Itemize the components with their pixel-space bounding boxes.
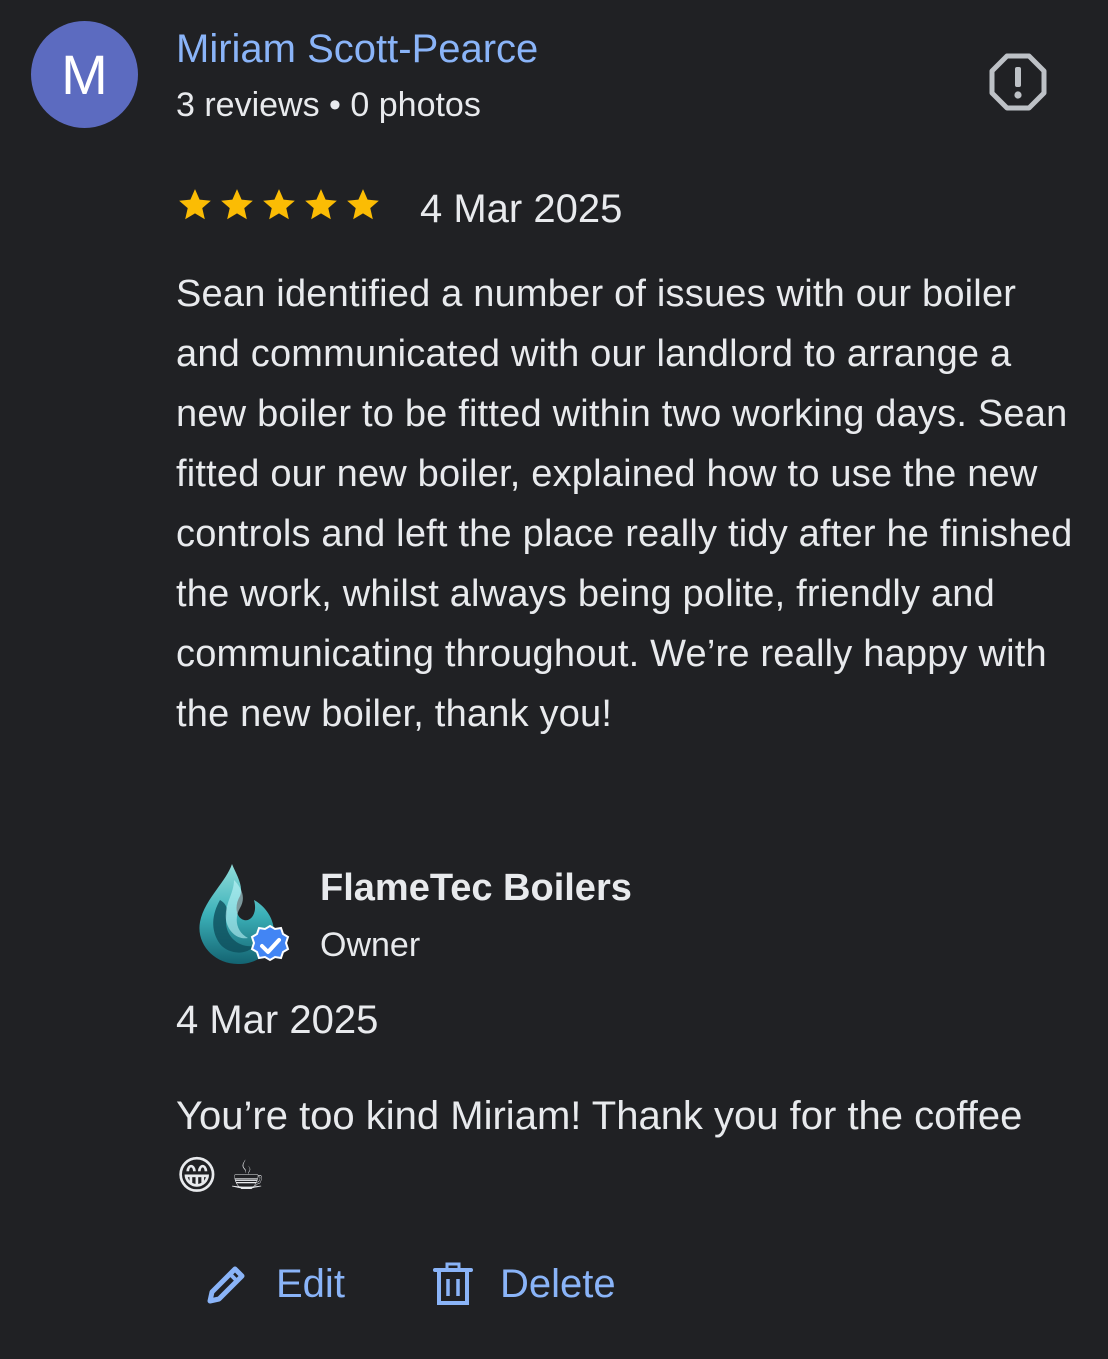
edit-label: Edit	[276, 1262, 345, 1306]
trash-icon	[433, 1262, 473, 1305]
reply-date: 4 Mar 2025	[176, 998, 379, 1042]
star-icon	[305, 189, 337, 220]
review-text: Sean identified a number of issues with …	[176, 273, 1073, 735]
star-icon	[347, 189, 379, 220]
report-icon	[989, 53, 1047, 111]
star-icon	[263, 189, 295, 220]
delete-button[interactable]: Delete	[432, 1256, 616, 1312]
verified-badge-icon	[250, 924, 290, 962]
reviewer-name[interactable]: Miriam Scott-Pearce	[176, 25, 538, 73]
business-name[interactable]: FlameTec Boilers	[320, 864, 632, 912]
reviewer-meta: 3 reviews • 0 photos	[176, 86, 481, 124]
edit-button[interactable]: Edit	[204, 1256, 345, 1312]
owner-role-label: Owner	[320, 926, 421, 964]
star-icon	[179, 189, 211, 220]
report-button[interactable]	[984, 48, 1052, 116]
flame-logo-icon	[199, 864, 290, 964]
reply-text: You’re too kind Miriam! Thank you for th…	[176, 1094, 1023, 1198]
business-logo	[190, 860, 300, 970]
review-date: 4 Mar 2025	[420, 187, 623, 231]
star-icon	[221, 189, 253, 220]
delete-label: Delete	[500, 1262, 616, 1306]
star-rating	[176, 186, 382, 224]
pencil-icon	[207, 1266, 245, 1304]
reviewer-avatar[interactable]: M	[31, 21, 138, 128]
